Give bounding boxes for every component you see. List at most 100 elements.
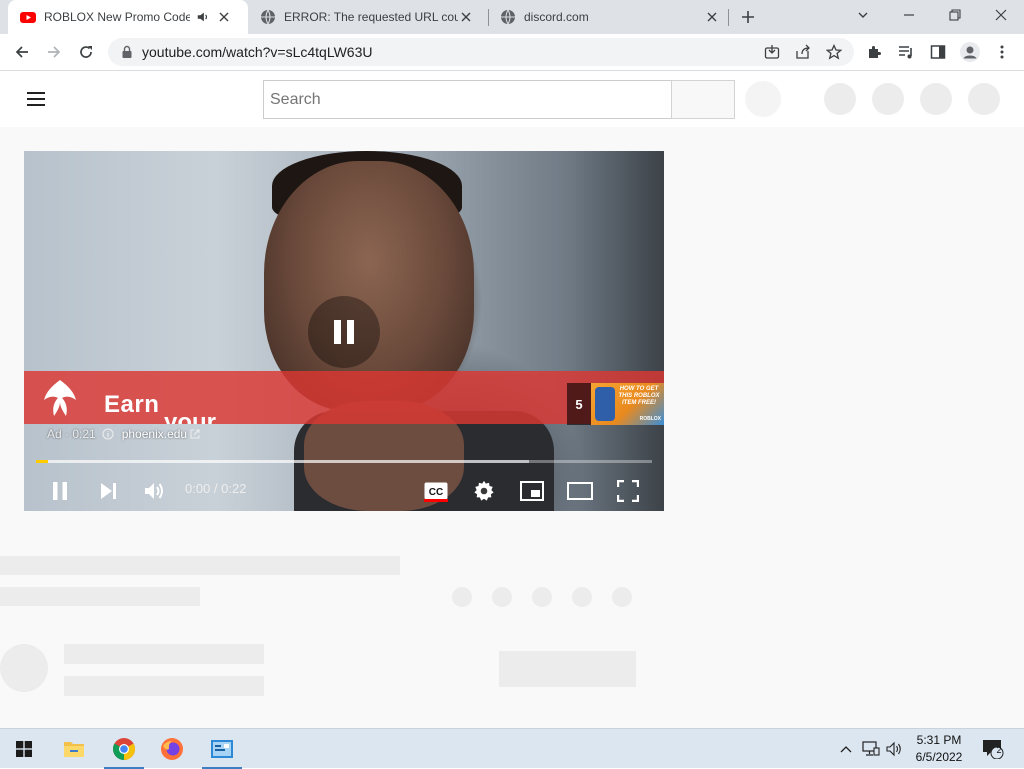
file-explorer-button[interactable] xyxy=(50,729,98,769)
ad-headline-2: your xyxy=(164,409,217,424)
subscribe-placeholder xyxy=(499,651,636,687)
thumbnail-character xyxy=(595,387,615,421)
chevron-up-icon xyxy=(840,746,852,753)
lock-icon[interactable] xyxy=(120,45,134,59)
side-panel-button[interactable] xyxy=(924,38,952,66)
extensions-button[interactable] xyxy=(860,38,888,66)
ad-domain-link[interactable]: phoenix.edu xyxy=(122,427,187,441)
thumbnail-text: HOW TO GET THIS ROBLOX ITEM FREE! xyxy=(618,386,660,406)
volume-button[interactable] xyxy=(884,729,906,769)
channel-name-placeholder xyxy=(64,644,264,664)
video-player[interactable]: Earn your 5 HOW TO GET THIS ROBLOX ITEM … xyxy=(24,151,664,511)
new-tab-button[interactable] xyxy=(734,3,762,31)
windows-taskbar: 5:31 PM 6/5/2022 2 xyxy=(0,728,1024,769)
menu-button[interactable] xyxy=(988,38,1016,66)
settings-button[interactable] xyxy=(466,473,502,509)
reload-button[interactable] xyxy=(72,38,100,66)
closed-captions-icon: CC xyxy=(424,482,448,500)
voice-search-placeholder[interactable] xyxy=(745,81,781,117)
chrome-button[interactable] xyxy=(100,729,148,769)
progress-played xyxy=(36,460,49,463)
network-icon xyxy=(862,741,880,756)
start-button[interactable] xyxy=(0,729,48,769)
volume-icon xyxy=(145,483,163,499)
restore-button[interactable] xyxy=(932,0,978,30)
action-placeholder xyxy=(572,587,592,607)
chevron-down-icon xyxy=(858,12,868,18)
search-button[interactable] xyxy=(671,80,735,119)
notification-count: 2 xyxy=(996,745,1002,755)
progress-bar[interactable] xyxy=(36,460,652,463)
show-hidden-icons-button[interactable] xyxy=(836,729,856,769)
close-tab-icon[interactable] xyxy=(704,9,720,25)
search-input[interactable] xyxy=(264,81,671,118)
header-icon-placeholder[interactable] xyxy=(824,83,856,115)
header-icon-placeholder[interactable] xyxy=(872,83,904,115)
next-video-thumbnail[interactable]: HOW TO GET THIS ROBLOX ITEM FREE! ROBLOX xyxy=(591,383,664,425)
miniplayer-button[interactable] xyxy=(514,473,550,509)
tab-title: discord.com xyxy=(524,10,589,24)
speaker-icon[interactable] xyxy=(196,10,210,24)
header-icon-placeholder[interactable] xyxy=(920,83,952,115)
close-tab-icon[interactable] xyxy=(216,9,232,25)
tab-search-button[interactable] xyxy=(840,0,886,30)
browser-toolbar: youtube.com/watch?v=sLc4tqLW63U xyxy=(0,34,1024,71)
plus-icon xyxy=(742,11,754,23)
bookmark-star-icon[interactable] xyxy=(826,44,842,60)
notifications-button[interactable]: 2 xyxy=(978,729,1008,769)
pause-button[interactable] xyxy=(42,473,78,509)
ad-info-bar: Ad · 0:21 phoenix.edu xyxy=(47,427,200,441)
share-icon[interactable] xyxy=(795,44,811,60)
close-icon xyxy=(995,9,1007,21)
avatar-icon xyxy=(960,42,980,62)
captions-button[interactable]: CC xyxy=(418,473,454,509)
captions-active-indicator xyxy=(424,499,448,502)
control-panel-icon xyxy=(211,740,233,758)
next-button[interactable] xyxy=(90,473,126,509)
ad-countdown[interactable]: 5 xyxy=(567,383,591,425)
external-link-icon[interactable] xyxy=(190,429,200,439)
control-panel-button[interactable] xyxy=(198,729,246,769)
close-tab-icon[interactable] xyxy=(458,9,474,25)
tab-youtube[interactable]: ROBLOX New Promo Code! xyxy=(8,0,248,34)
action-placeholder xyxy=(532,587,552,607)
install-app-icon[interactable] xyxy=(764,44,780,60)
clock[interactable]: 5:31 PM 6/5/2022 xyxy=(908,732,970,766)
header-icon-placeholder[interactable] xyxy=(968,83,1000,115)
ad-headline: Earn xyxy=(104,391,160,418)
info-icon[interactable] xyxy=(102,428,114,440)
time-display: 0:00 / 0:22 xyxy=(185,481,247,496)
skip-next-icon xyxy=(101,483,116,499)
subtitle-placeholder xyxy=(0,587,200,606)
ad-label: Ad · 0:21 xyxy=(47,427,96,441)
fullscreen-button[interactable] xyxy=(610,473,646,509)
reload-icon xyxy=(80,46,92,58)
channel-subs-placeholder xyxy=(64,676,264,696)
kebab-menu-icon xyxy=(1000,45,1004,59)
tab-error[interactable]: ERROR: The requested URL could not be re… xyxy=(248,0,488,34)
network-button[interactable] xyxy=(860,729,882,769)
address-bar[interactable]: youtube.com/watch?v=sLc4tqLW63U xyxy=(108,38,854,66)
youtube-header xyxy=(0,71,1024,127)
restore-icon xyxy=(949,9,961,21)
hamburger-menu-icon[interactable] xyxy=(24,89,48,109)
mute-button[interactable] xyxy=(137,473,173,509)
thumbnail-brand: ROBLOX xyxy=(639,416,661,422)
back-button[interactable] xyxy=(8,38,36,66)
minimize-button[interactable] xyxy=(886,0,932,30)
miniplayer-icon xyxy=(520,481,544,501)
profile-button[interactable] xyxy=(956,38,984,66)
windows-logo-icon xyxy=(16,741,32,757)
theater-mode-button[interactable] xyxy=(562,473,598,509)
forward-button[interactable] xyxy=(40,38,68,66)
firefox-button[interactable] xyxy=(148,729,196,769)
pause-icon xyxy=(53,482,67,500)
media-control-button[interactable] xyxy=(892,38,920,66)
firefox-icon xyxy=(161,738,183,760)
close-window-button[interactable] xyxy=(978,0,1024,30)
folder-icon xyxy=(64,742,84,757)
channel-avatar-placeholder xyxy=(0,644,48,692)
phoenix-logo-icon xyxy=(44,380,76,416)
tab-discord[interactable]: discord.com xyxy=(488,0,728,34)
globe-icon xyxy=(501,9,515,25)
